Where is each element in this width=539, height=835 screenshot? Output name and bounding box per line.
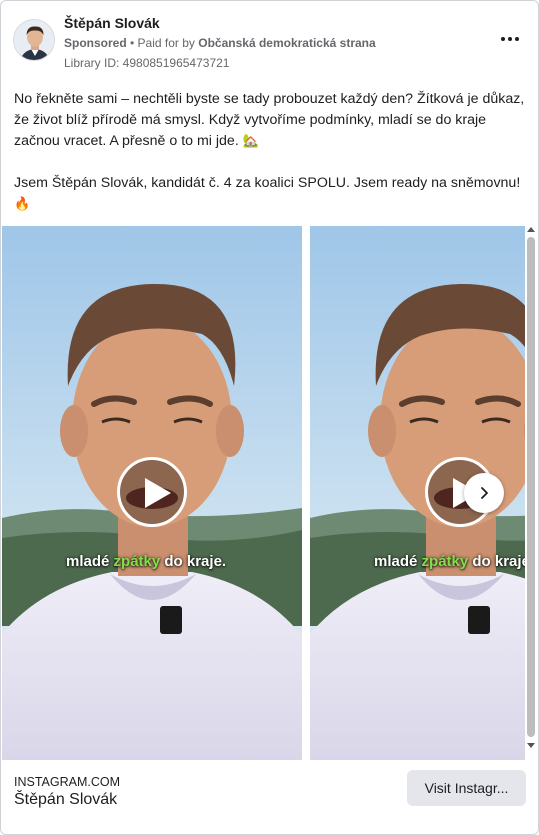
page-name[interactable]: Štěpán Slovák bbox=[64, 15, 160, 31]
video-carousel: mladé zpátky do kraje. mladé zpátky do k… bbox=[2, 226, 538, 760]
visit-instagram-button[interactable]: Visit Instagr... bbox=[407, 770, 526, 806]
paragraph-text: Jsem Štěpán Slovák, kandidát č. 4 za koa… bbox=[14, 175, 521, 191]
caption-text: do kraje. bbox=[472, 553, 525, 570]
scrollbar-thumb[interactable] bbox=[527, 237, 535, 737]
sponsored-meta: Sponsored • Paid for by Občanská demokra… bbox=[64, 36, 376, 50]
caption-text: mladé bbox=[66, 553, 114, 570]
caption-highlight: zpátky bbox=[113, 553, 161, 570]
ad-paragraph: No řekněte sami – nechtěli byste se tady… bbox=[14, 89, 528, 152]
library-id: Library ID: 4980851965473721 bbox=[64, 56, 230, 70]
more-horizontal-icon bbox=[515, 37, 519, 41]
paid-for-by-label: Paid for by bbox=[137, 36, 199, 50]
scroll-down-arrow-icon[interactable] bbox=[527, 743, 535, 748]
avatar[interactable] bbox=[13, 19, 55, 61]
ad-card: Štěpán Slovák Sponsored • Paid for by Ob… bbox=[0, 0, 539, 835]
link-title: Štěpán Slovák bbox=[14, 791, 118, 808]
fire-emoji-icon: 🔥 bbox=[14, 197, 31, 212]
ad-header: Štěpán Slovák Sponsored • Paid for by Ob… bbox=[13, 13, 526, 73]
link-domain: INSTAGRAM.COM bbox=[14, 775, 121, 789]
scrollbar[interactable] bbox=[525, 227, 537, 748]
more-options-button[interactable] bbox=[496, 29, 524, 49]
funder-name[interactable]: Občanská demokratická strana bbox=[198, 36, 375, 50]
ad-paragraph: Jsem Štěpán Slovák, kandidát č. 4 za koa… bbox=[14, 173, 528, 215]
house-emoji-icon: 🏡 bbox=[242, 134, 259, 149]
more-horizontal-icon bbox=[501, 37, 505, 41]
video-caption: mladé zpátky do kraje. bbox=[374, 553, 525, 570]
chevron-right-icon bbox=[481, 487, 488, 499]
scroll-up-arrow-icon[interactable] bbox=[527, 227, 535, 232]
sponsored-label: Sponsored bbox=[64, 36, 127, 50]
carousel-next-button[interactable] bbox=[464, 473, 504, 513]
caption-text: do kraje. bbox=[160, 553, 227, 570]
more-horizontal-icon bbox=[508, 37, 512, 41]
avatar-portrait bbox=[14, 20, 54, 60]
carousel-slide[interactable]: mladé zpátky do kraje. bbox=[2, 226, 302, 760]
ad-body-text: No řekněte sami – nechtěli byste se tady… bbox=[14, 89, 528, 215]
ad-footer[interactable]: INSTAGRAM.COM Štěpán Slovák Visit Instag… bbox=[1, 760, 538, 834]
meta-separator: • bbox=[126, 36, 138, 50]
paragraph-text: No řekněte sami – nechtěli byste se tady… bbox=[14, 91, 525, 149]
play-video-button[interactable] bbox=[117, 457, 187, 527]
caption-text: mladé bbox=[374, 553, 422, 570]
caption-highlight: zpátky bbox=[421, 553, 469, 570]
video-caption: mladé zpátky do kraje. bbox=[66, 553, 226, 570]
